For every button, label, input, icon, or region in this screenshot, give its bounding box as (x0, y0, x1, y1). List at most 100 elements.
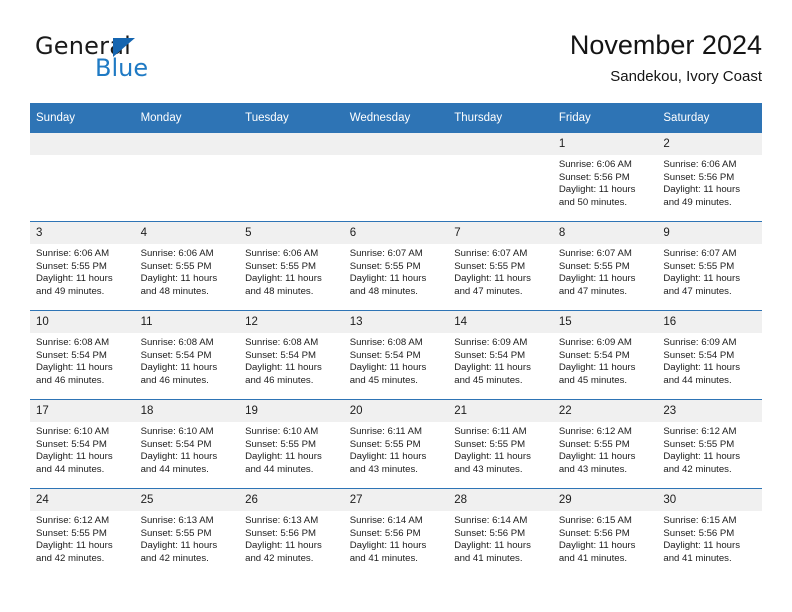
day-number: 21 (448, 400, 553, 422)
day-number (30, 133, 135, 155)
daylight-text: Daylight: 11 hours and 48 minutes. (349, 273, 427, 297)
weekday-header-wednesday: Wednesday (343, 103, 449, 133)
day-number: 24 (30, 489, 135, 511)
calendar-day-cell[interactable]: 8 Sunrise: 6:07 AM Sunset: 5:55 PM Daylight… (552, 221, 658, 311)
day-info: Sunrise: 6:06 AM Sunset: 5:56 PM Daylight:… (553, 155, 658, 209)
calendar-day-cell[interactable]: 7 Sunrise: 6:07 AM Sunset: 5:55 PM Daylight… (448, 221, 553, 311)
calendar-day-cell[interactable]: 20 Sunrise: 6:11 AM Sunset: 5:55 PM Dayligh… (343, 399, 449, 489)
logo-text-blue: Blue (95, 54, 149, 82)
day-number: 25 (134, 489, 240, 511)
calendar-day-cell[interactable]: 6 Sunrise: 6:07 AM Sunset: 5:55 PM Daylight… (343, 221, 449, 311)
calendar-day-cell[interactable]: 24 Sunrise: 6:12 AM Sunset: 5:55 PM Dayligh… (30, 488, 135, 577)
calendar-week-row: 17 Sunrise: 6:10 AM Sunset: 5:54 PM Dayligh… (30, 399, 762, 489)
calendar-week-row: 3 Sunrise: 6:06 AM Sunset: 5:55 PM Daylight… (30, 221, 762, 311)
page-subtitle: Sandekou, Ivory Coast (610, 68, 762, 85)
daylight-text: Daylight: 11 hours and 47 minutes. (558, 273, 636, 297)
calendar-day-cell-empty (239, 133, 344, 222)
title-block: November 2024 Sandekou, Ivory Coast (570, 28, 762, 88)
day-number: 5 (239, 222, 344, 244)
day-info: Sunrise: 6:08 AM Sunset: 5:54 PM Daylight:… (30, 333, 135, 387)
sunrise-text: Sunrise: 6:14 AM (349, 515, 423, 526)
day-info: Sunrise: 6:15 AM Sunset: 5:56 PM Daylight:… (553, 511, 658, 565)
calendar-day-cell[interactable]: 27 Sunrise: 6:14 AM Sunset: 5:56 PM Dayligh… (343, 488, 449, 577)
sunset-text: Sunset: 5:55 PM (558, 438, 630, 450)
calendar-day-cell[interactable]: 11 Sunrise: 6:08 AM Sunset: 5:54 PM Dayligh… (134, 310, 240, 400)
day-info: Sunrise: 6:11 AM Sunset: 5:55 PM Daylight:… (448, 422, 553, 476)
day-info: Sunrise: 6:06 AM Sunset: 5:56 PM Daylight:… (657, 155, 762, 209)
day-number: 8 (552, 222, 658, 244)
day-number: 29 (552, 489, 658, 511)
calendar-day-cell[interactable]: 10 Sunrise: 6:08 AM Sunset: 5:54 PM Dayligh… (30, 310, 135, 400)
daylight-text: Daylight: 11 hours and 45 minutes. (454, 362, 531, 386)
day-info: Sunrise: 6:12 AM Sunset: 5:55 PM Daylight:… (657, 422, 762, 476)
daylight-text: Daylight: 11 hours and 45 minutes. (349, 362, 427, 386)
calendar-day-cell[interactable]: 19 Sunrise: 6:10 AM Sunset: 5:55 PM Dayligh… (239, 399, 344, 489)
day-number: 3 (30, 222, 135, 244)
calendar-day-cell[interactable]: 15 Sunrise: 6:09 AM Sunset: 5:54 PM Dayligh… (552, 310, 658, 400)
calendar-body: 1 Sunrise: 6:06 AM Sunset: 5:56 PM Daylight… (30, 133, 762, 577)
calendar-day-cell[interactable]: 4 Sunrise: 6:06 AM Sunset: 5:55 PM Daylight… (134, 221, 240, 311)
day-number: 9 (657, 222, 762, 244)
calendar-day-cell[interactable]: 5 Sunrise: 6:06 AM Sunset: 5:55 PM Daylight… (239, 221, 344, 311)
daylight-text: Daylight: 11 hours and 43 minutes. (454, 451, 531, 475)
sunrise-text: Sunrise: 6:08 AM (349, 337, 423, 348)
sunset-text: Sunset: 5:55 PM (454, 438, 526, 450)
day-info: Sunrise: 6:06 AM Sunset: 5:55 PM Daylight:… (135, 244, 240, 298)
calendar-day-cell[interactable]: 17 Sunrise: 6:10 AM Sunset: 5:54 PM Dayligh… (30, 399, 135, 489)
weekday-header-friday: Friday (552, 103, 658, 133)
sunrise-text: Sunrise: 6:09 AM (558, 337, 632, 348)
day-number: 23 (657, 400, 762, 422)
calendar-day-cell[interactable]: 30 Sunrise: 6:15 AM Sunset: 5:56 PM Dayligh… (657, 488, 762, 577)
daylight-text: Daylight: 11 hours and 42 minutes. (140, 540, 218, 564)
day-number (448, 133, 553, 155)
calendar-day-cell[interactable]: 26 Sunrise: 6:13 AM Sunset: 5:56 PM Dayligh… (239, 488, 344, 577)
calendar-day-cell[interactable]: 28 Sunrise: 6:14 AM Sunset: 5:56 PM Dayligh… (448, 488, 553, 577)
sunset-text: Sunset: 5:54 PM (36, 349, 107, 361)
calendar-day-cell[interactable]: 25 Sunrise: 6:13 AM Sunset: 5:55 PM Dayligh… (134, 488, 240, 577)
weekday-header-tuesday: Tuesday (239, 103, 344, 133)
sunset-text: Sunset: 5:55 PM (36, 527, 107, 539)
calendar-day-cell[interactable]: 21 Sunrise: 6:11 AM Sunset: 5:55 PM Dayligh… (448, 399, 553, 489)
day-info: Sunrise: 6:12 AM Sunset: 5:55 PM Daylight:… (553, 422, 658, 476)
calendar-day-cell[interactable]: 23 Sunrise: 6:12 AM Sunset: 5:55 PM Dayligh… (657, 399, 762, 489)
calendar-page: General Blue November 2024 Sandekou, Ivo… (0, 0, 792, 612)
day-info: Sunrise: 6:06 AM Sunset: 5:55 PM Daylight:… (239, 244, 344, 298)
calendar-day-cell[interactable]: 9 Sunrise: 6:07 AM Sunset: 5:55 PM Daylight… (657, 221, 762, 311)
calendar-day-cell[interactable]: 22 Sunrise: 6:12 AM Sunset: 5:55 PM Dayligh… (552, 399, 658, 489)
calendar-day-cell[interactable]: 16 Sunrise: 6:09 AM Sunset: 5:54 PM Dayligh… (657, 310, 762, 400)
sunset-text: Sunset: 5:56 PM (245, 527, 317, 539)
sunset-text: Sunset: 5:54 PM (558, 349, 630, 361)
sunrise-text: Sunrise: 6:06 AM (140, 248, 214, 259)
daylight-text: Daylight: 11 hours and 44 minutes. (245, 451, 322, 475)
sunset-text: Sunset: 5:55 PM (558, 260, 630, 272)
calendar-day-cell[interactable]: 29 Sunrise: 6:15 AM Sunset: 5:56 PM Dayligh… (552, 488, 658, 577)
sunset-text: Sunset: 5:55 PM (245, 438, 317, 450)
day-number: 28 (448, 489, 553, 511)
calendar-day-cell[interactable]: 3 Sunrise: 6:06 AM Sunset: 5:55 PM Daylight… (30, 221, 135, 311)
calendar-day-cell[interactable]: 14 Sunrise: 6:09 AM Sunset: 5:54 PM Dayligh… (448, 310, 553, 400)
calendar-day-cell[interactable]: 18 Sunrise: 6:10 AM Sunset: 5:54 PM Dayligh… (134, 399, 240, 489)
sunset-text: Sunset: 5:56 PM (663, 171, 735, 183)
day-number: 17 (30, 400, 135, 422)
daylight-text: Daylight: 11 hours and 44 minutes. (140, 451, 218, 475)
sunrise-text: Sunrise: 6:09 AM (663, 337, 737, 348)
calendar-day-cell[interactable]: 1 Sunrise: 6:06 AM Sunset: 5:56 PM Daylight… (552, 133, 658, 222)
sunrise-text: Sunrise: 6:08 AM (140, 337, 214, 348)
sunrise-text: Sunrise: 6:12 AM (663, 426, 737, 437)
page-title: November 2024 (569, 30, 762, 60)
sunrise-text: Sunrise: 6:08 AM (245, 337, 319, 348)
sunset-text: Sunset: 5:55 PM (349, 260, 421, 272)
general-blue-logo[interactable]: General Blue (35, 33, 255, 89)
calendar-day-cell[interactable]: 12 Sunrise: 6:08 AM Sunset: 5:54 PM Dayligh… (239, 310, 344, 400)
sunset-text: Sunset: 5:55 PM (36, 260, 107, 272)
calendar-day-cell[interactable]: 13 Sunrise: 6:08 AM Sunset: 5:54 PM Dayligh… (343, 310, 449, 400)
sunset-text: Sunset: 5:55 PM (663, 438, 735, 450)
day-number: 2 (657, 133, 762, 155)
sunset-text: Sunset: 5:54 PM (140, 349, 212, 361)
sunrise-text: Sunrise: 6:10 AM (36, 426, 110, 437)
sunset-text: Sunset: 5:56 PM (454, 527, 526, 539)
day-number (343, 133, 449, 155)
day-number: 6 (343, 222, 449, 244)
sunset-text: Sunset: 5:54 PM (36, 438, 107, 450)
calendar-day-cell[interactable]: 2 Sunrise: 6:06 AM Sunset: 5:56 PM Daylight… (657, 133, 762, 222)
